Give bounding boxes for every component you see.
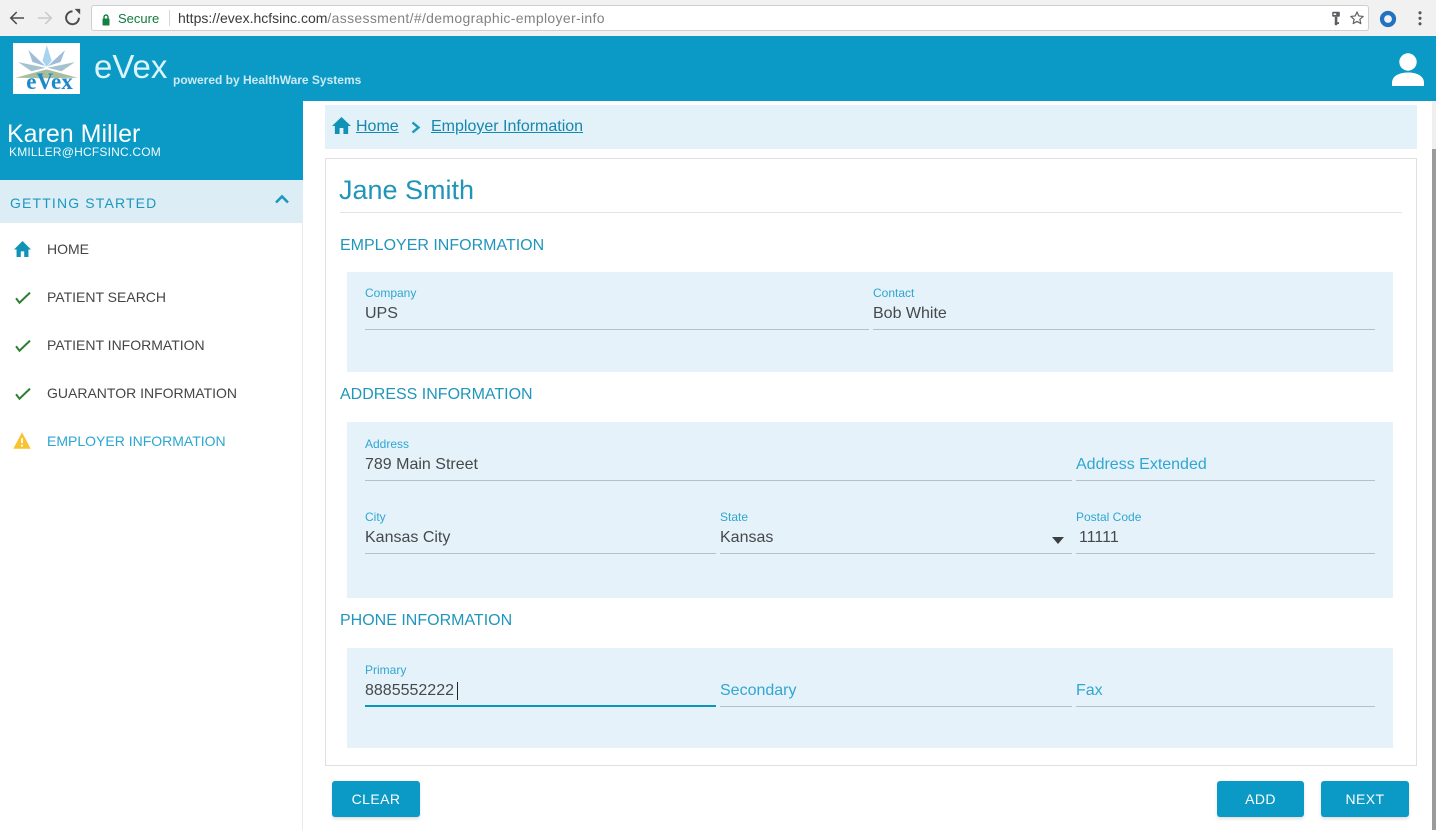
svg-text:eVex: eVex (26, 69, 73, 94)
